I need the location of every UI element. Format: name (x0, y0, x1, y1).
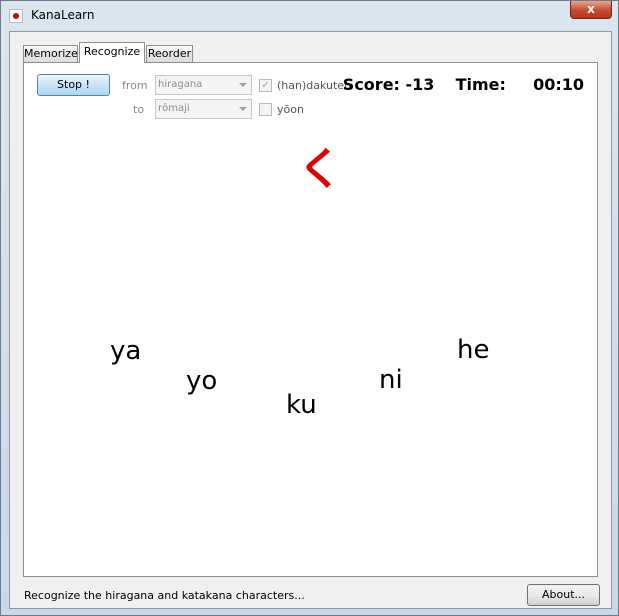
tab-reorder[interactable]: Reorder (146, 45, 193, 62)
dakuten-checkbox[interactable]: ✓ (259, 79, 272, 92)
score-value: -13 (405, 75, 435, 94)
score-label: Score: (342, 75, 400, 94)
choice-word[interactable]: ya (110, 336, 141, 366)
japan-flag-icon (9, 9, 23, 23)
kana-character: く (298, 144, 342, 195)
time-value: 00:10 (533, 75, 584, 94)
chevron-down-icon (239, 107, 247, 111)
to-select-value: rōmaji (158, 103, 190, 114)
window-title: KanaLearn (31, 8, 95, 22)
from-label: from (122, 79, 148, 92)
app-window: KanaLearn x Memorize Recognize Reorder S… (0, 0, 619, 616)
chevron-down-icon (239, 83, 247, 87)
about-button[interactable]: About... (527, 584, 600, 606)
to-select[interactable]: rōmaji (155, 99, 252, 119)
to-label: to (133, 103, 145, 116)
choice-word[interactable]: he (457, 335, 489, 365)
yoon-label: yōon (277, 103, 304, 116)
tab-recognize[interactable]: Recognize (79, 42, 145, 63)
tab-memorize[interactable]: Memorize (23, 45, 78, 62)
close-button[interactable]: x (570, 1, 612, 19)
dakuten-label: (han)dakuten (277, 79, 352, 92)
recognize-panel: Stop ! from hiragana ✓ (han)dakuten to r… (23, 62, 598, 577)
time-label: Time: (455, 75, 506, 94)
status-text: Recognize the hiragana and katakana char… (24, 589, 305, 602)
client-area: Memorize Recognize Reorder Stop ! from h… (9, 31, 612, 609)
choice-word[interactable]: yo (186, 366, 217, 396)
choice-word[interactable]: ku (286, 390, 317, 420)
from-select-value: hiragana (158, 79, 203, 90)
score-display: Score: -13 Time: 00:10 (343, 75, 584, 94)
choice-word[interactable]: ni (379, 365, 403, 395)
yoon-checkbox[interactable] (259, 103, 272, 116)
title-bar[interactable]: KanaLearn x (1, 1, 618, 30)
from-select[interactable]: hiragana (155, 75, 252, 95)
stop-button[interactable]: Stop ! (37, 74, 110, 96)
